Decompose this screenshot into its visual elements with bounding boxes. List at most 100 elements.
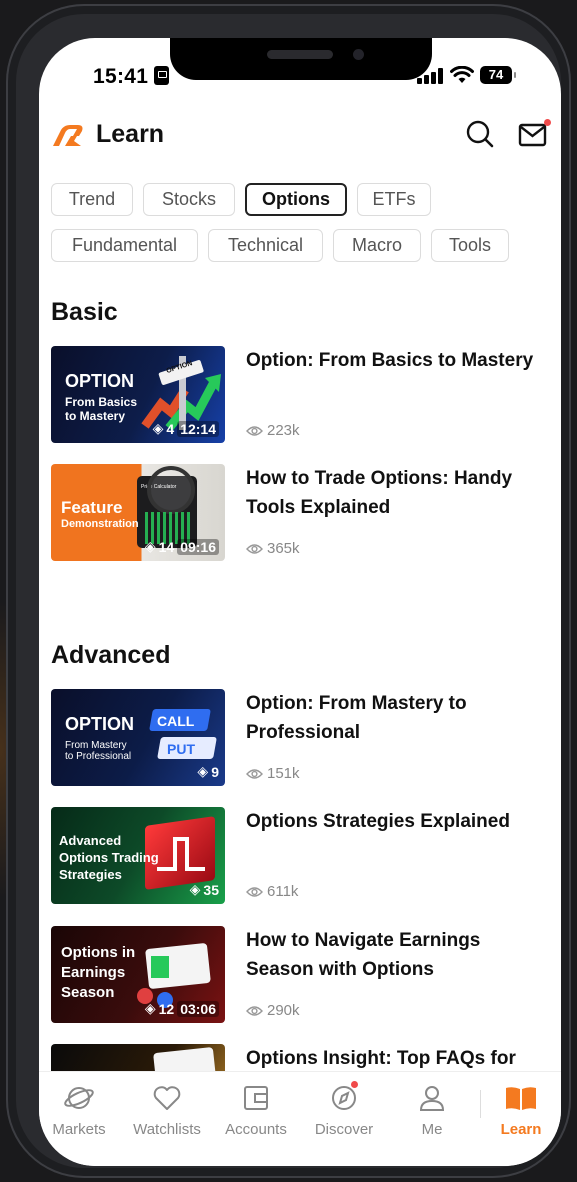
course-thumbnail: Options in Earnings Season ◈ 12 03:06 (51, 926, 225, 1023)
thumb-line: Options Trading (59, 850, 159, 865)
views-value: 365k (267, 540, 300, 557)
page-title: Learn (96, 120, 165, 148)
lesson-count: 35 (203, 881, 219, 898)
course-item[interactable]: Price Calculator Feature Demonstration ◈… (51, 464, 551, 562)
person-icon (419, 1086, 445, 1111)
filter-chip-macro[interactable]: Macro (333, 229, 421, 262)
duration: 12:14 (177, 420, 219, 437)
view-count: 151k (246, 765, 300, 782)
views-value: 611k (267, 883, 299, 900)
tab-discover[interactable]: Discover (304, 1081, 384, 1138)
eye-icon (246, 1005, 263, 1016)
filter-chip-technical[interactable]: Technical (208, 229, 323, 262)
section-title-advanced: Advanced (51, 641, 171, 669)
course-title: How to Navigate Earnings Season with Opt… (246, 930, 481, 980)
magnifier-icon (147, 466, 195, 514)
tab-markets[interactable]: Markets (39, 1084, 119, 1138)
view-count: 365k (246, 540, 300, 557)
lesson-badge: ◈ 4 12:14 (153, 420, 219, 437)
compass-icon (332, 1086, 356, 1110)
lesson-count: 9 (211, 763, 219, 780)
thumb-line: Season (61, 984, 115, 1001)
course-thumbnail: Advanced Options Trading Strategies ◈ 35 (51, 807, 225, 904)
views-value: 151k (267, 765, 300, 782)
filter-chip-etfs[interactable]: ETFs (357, 183, 431, 216)
tab-learn[interactable]: Learn (481, 1084, 561, 1138)
thumb-heading: OPTION (65, 371, 135, 391)
thumb-heading: OPTION (65, 714, 135, 734)
filter-chip-options[interactable]: Options (245, 183, 347, 216)
camera (353, 49, 364, 60)
lesson-count: 12 (158, 1000, 175, 1017)
layers-icon: ◈ (144, 538, 156, 554)
eye-icon (246, 768, 263, 779)
payoff-line (157, 837, 205, 871)
book-icon (506, 1087, 536, 1110)
filter-chip-trend[interactable]: Trend (51, 183, 133, 216)
thumb-subheading: From Mastery (65, 740, 127, 751)
lesson-badge: ◈ 12 03:06 (145, 1000, 219, 1017)
thumb-line: Options in (61, 944, 136, 961)
course-title: Option: From Mastery to Professional (246, 693, 467, 743)
thumb-heading: Feature (61, 498, 123, 517)
tab-label: Accounts (225, 1121, 287, 1138)
heart-icon (153, 1086, 181, 1110)
duration: 09:16 (177, 538, 219, 555)
lock-icon (154, 66, 169, 85)
phone-frame: 15:41 74 Learn Trend Stocks Options ETFs (6, 4, 571, 1178)
wifi-icon (450, 66, 474, 83)
tab-accounts[interactable]: Accounts (216, 1084, 296, 1138)
put-label: PUT (167, 741, 195, 757)
planet-icon (64, 1087, 94, 1109)
course-thumbnail: CALL PUT OPTION From Mastery to Professi… (51, 689, 225, 786)
tab-label: Markets (52, 1121, 106, 1138)
lesson-count: 4 (166, 420, 175, 437)
thumb-subheading: to Professional (65, 751, 132, 762)
layers-icon: ◈ (189, 881, 201, 897)
layers-icon: ◈ (152, 420, 164, 436)
views-value: 290k (267, 1002, 300, 1019)
thumb-line: Advanced (59, 833, 122, 848)
screen: 15:41 74 Learn Trend Stocks Options ETFs (39, 38, 561, 1166)
filter-chip-stocks[interactable]: Stocks (143, 183, 235, 216)
speaker (267, 50, 333, 59)
course-item[interactable]: OPTION OPTION From Basics to Mastery ◈ 4… (51, 346, 551, 444)
views-value: 223k (267, 422, 300, 439)
signal-icon (417, 68, 443, 84)
thumb-subheading: From Basics (65, 395, 138, 409)
filter-chip-fundamental[interactable]: Fundamental (51, 229, 198, 262)
course-item[interactable]: Options in Earnings Season ◈ 12 03:06 Ho… (51, 926, 551, 1024)
app-logo-icon (53, 125, 83, 146)
layers-icon: ◈ (144, 1000, 156, 1016)
eye-icon (246, 886, 263, 897)
bottom-tab-bar: Markets Watchlists Accounts Discover Me … (39, 1071, 561, 1166)
wallet-icon (244, 1086, 268, 1110)
course-title: Options Strategies Explained (246, 811, 510, 832)
tab-label: Me (421, 1121, 443, 1138)
lesson-badge: ◈ 9 (197, 763, 219, 780)
tab-label: Discover (314, 1121, 374, 1138)
notch (170, 38, 432, 80)
up-arrow-icon (151, 956, 169, 978)
messages-button[interactable] (517, 118, 551, 150)
layers-icon: ◈ (197, 763, 209, 779)
tab-label: Learn (500, 1121, 542, 1138)
lesson-badge: ◈ 14 09:16 (145, 538, 219, 555)
battery-indicator: 74 (480, 66, 516, 84)
course-item[interactable]: Advanced Options Trading Strategies ◈ 35… (51, 807, 551, 905)
header: Learn (39, 114, 561, 158)
view-count: 290k (246, 1002, 300, 1019)
view-count: 223k (246, 422, 300, 439)
course-item[interactable]: CALL PUT OPTION From Mastery to Professi… (51, 689, 551, 787)
course-thumbnail: OPTION OPTION From Basics to Mastery ◈ 4… (51, 346, 225, 443)
search-icon[interactable] (464, 118, 496, 150)
tab-me[interactable]: Me (392, 1084, 472, 1138)
thumb-subheading: to Mastery (65, 409, 126, 423)
eye-icon (246, 543, 263, 554)
course-title: How to Trade Options: Handy Tools Explai… (246, 468, 513, 518)
tab-watchlists[interactable]: Watchlists (127, 1084, 207, 1138)
lesson-count: 14 (158, 538, 175, 555)
status-time: 15:41 (93, 65, 149, 88)
view-count: 611k (246, 883, 298, 900)
filter-chip-tools[interactable]: Tools (431, 229, 509, 262)
